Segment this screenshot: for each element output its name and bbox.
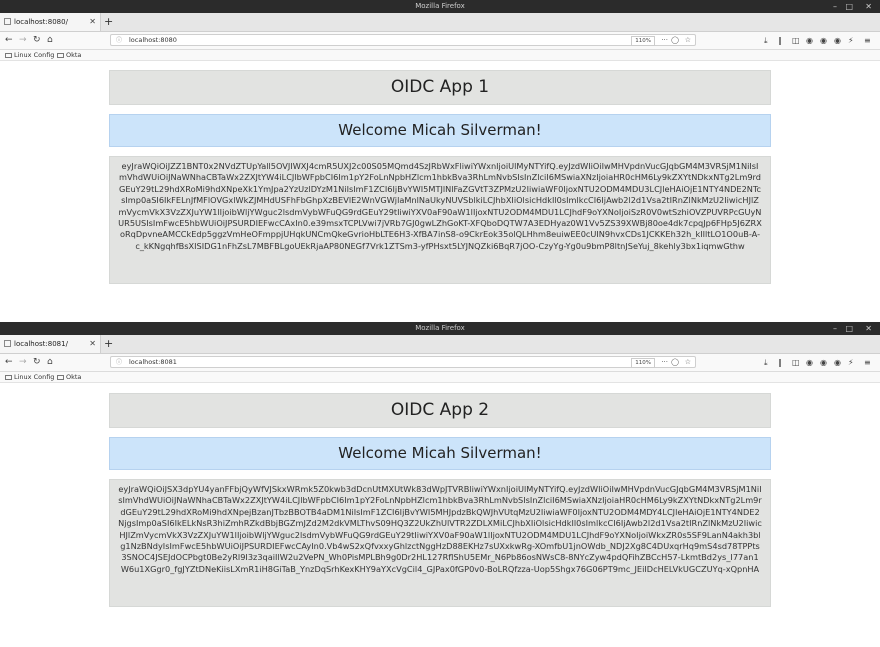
back-icon[interactable]: ←: [5, 354, 13, 371]
menu-icon[interactable]: ≡: [864, 354, 871, 371]
close-tab-icon[interactable]: ✕: [89, 13, 96, 31]
zoom-level[interactable]: 110%: [631, 358, 655, 368]
url-text: localhost:8080: [129, 36, 177, 44]
maximize-icon[interactable]: □: [845, 322, 853, 335]
tab-title: localhost:8081/: [14, 340, 68, 348]
tab-title: localhost:8080/: [14, 18, 68, 26]
tab-localhost[interactable]: localhost:8081/ ✕: [0, 335, 101, 353]
library-icon[interactable]: ‖: [778, 32, 782, 49]
bookmark-linux-config[interactable]: Linux Config: [5, 50, 54, 60]
downloads-icon[interactable]: ⤓: [764, 354, 768, 371]
url-text: localhost:8081: [129, 358, 177, 366]
maximize-icon[interactable]: □: [845, 0, 853, 13]
page-actions-icon[interactable]: ···: [661, 35, 668, 46]
extension-icon[interactable]: ◉: [820, 32, 827, 49]
sidebar-icon[interactable]: ◫: [792, 354, 800, 371]
reload-icon[interactable]: ↻: [33, 354, 41, 371]
minimize-icon[interactable]: –: [833, 322, 837, 335]
menu-icon[interactable]: ≡: [864, 32, 871, 49]
bookmark-okta[interactable]: Okta: [57, 50, 81, 60]
id-token: eyJraWQiOiJZZ1BNT0x2NVdZTUpYall5OVJIWXJ4…: [109, 156, 771, 284]
tab-localhost[interactable]: localhost:8080/ ✕: [0, 13, 101, 31]
account-icon[interactable]: ◉: [806, 32, 813, 49]
forward-icon[interactable]: →: [19, 32, 27, 49]
page-actions-icon[interactable]: ···: [661, 357, 668, 368]
home-icon[interactable]: ⌂: [47, 354, 53, 371]
bookmarks-bar: Linux Config Okta: [0, 50, 880, 61]
tab-bar: localhost:8080/ ✕ +: [0, 13, 880, 32]
bookmark-okta[interactable]: Okta: [57, 372, 81, 382]
window-title: Mozilla Firefox: [415, 324, 465, 332]
pocket-icon[interactable]: ◯: [671, 35, 679, 46]
reload-icon[interactable]: ↻: [33, 32, 41, 49]
window-title: Mozilla Firefox: [415, 2, 465, 10]
folder-icon: [5, 374, 12, 380]
url-bar[interactable]: ⓘ localhost:8081 110% ··· ◯ ☆: [110, 356, 696, 368]
bookmarks-bar: Linux Config Okta: [0, 372, 880, 383]
url-bar[interactable]: ⓘ localhost:8080 110% ··· ◯ ☆: [110, 34, 696, 46]
page-icon: [4, 18, 11, 25]
id-token: eyJraWQiOiJSX3dpYU4yanFFbjQyWfVJSkxWRmk5…: [109, 479, 771, 607]
browser-window-2: Mozilla Firefox – □ ✕ localhost:8081/ ✕ …: [0, 322, 880, 647]
bookmark-star-icon[interactable]: ☆: [685, 35, 691, 46]
addon-icon[interactable]: ◉: [834, 354, 841, 371]
page-icon: [4, 340, 11, 347]
back-icon[interactable]: ←: [5, 32, 13, 49]
close-window-icon[interactable]: ✕: [865, 0, 872, 13]
bookmark-linux-config[interactable]: Linux Config: [5, 372, 54, 382]
pocket-icon[interactable]: ◯: [671, 357, 679, 368]
nav-bar: ← → ↻ ⌂ ⓘ localhost:8081 110% ··· ◯ ☆ ⤓ …: [0, 354, 880, 372]
nav-bar: ← → ↻ ⌂ ⓘ localhost:8080 110% ··· ◯ ☆ ⤓ …: [0, 32, 880, 50]
title-bar: Mozilla Firefox – □ ✕: [0, 322, 880, 335]
library-icon[interactable]: ‖: [778, 354, 782, 371]
minimize-icon[interactable]: –: [833, 0, 837, 13]
sidebar-icon[interactable]: ◫: [792, 32, 800, 49]
tab-bar: localhost:8081/ ✕ +: [0, 335, 880, 354]
folder-icon: [57, 52, 64, 58]
new-tab-button[interactable]: +: [104, 13, 113, 31]
folder-icon: [5, 52, 12, 58]
new-tab-button[interactable]: +: [104, 335, 113, 353]
home-icon[interactable]: ⌂: [47, 32, 53, 49]
info-icon[interactable]: ⓘ: [116, 35, 122, 46]
page-title: OIDC App 2: [109, 393, 771, 428]
folder-icon: [57, 374, 64, 380]
addon-icon-2[interactable]: ⚡: [848, 32, 854, 49]
addon-icon[interactable]: ◉: [834, 32, 841, 49]
browser-window-1: Mozilla Firefox – □ ✕ localhost:8080/ ✕ …: [0, 0, 880, 318]
account-icon[interactable]: ◉: [806, 354, 813, 371]
welcome-banner: Welcome Micah Silverman!: [109, 437, 771, 470]
title-bar: Mozilla Firefox – □ ✕: [0, 0, 880, 13]
close-window-icon[interactable]: ✕: [865, 322, 872, 335]
forward-icon[interactable]: →: [19, 354, 27, 371]
close-tab-icon[interactable]: ✕: [89, 335, 96, 353]
info-icon[interactable]: ⓘ: [116, 357, 122, 368]
bookmark-star-icon[interactable]: ☆: [685, 357, 691, 368]
extension-icon[interactable]: ◉: [820, 354, 827, 371]
page-title: OIDC App 1: [109, 70, 771, 105]
downloads-icon[interactable]: ⤓: [764, 32, 768, 49]
zoom-level[interactable]: 110%: [631, 36, 655, 46]
welcome-banner: Welcome Micah Silverman!: [109, 114, 771, 147]
addon-icon-2[interactable]: ⚡: [848, 354, 854, 371]
